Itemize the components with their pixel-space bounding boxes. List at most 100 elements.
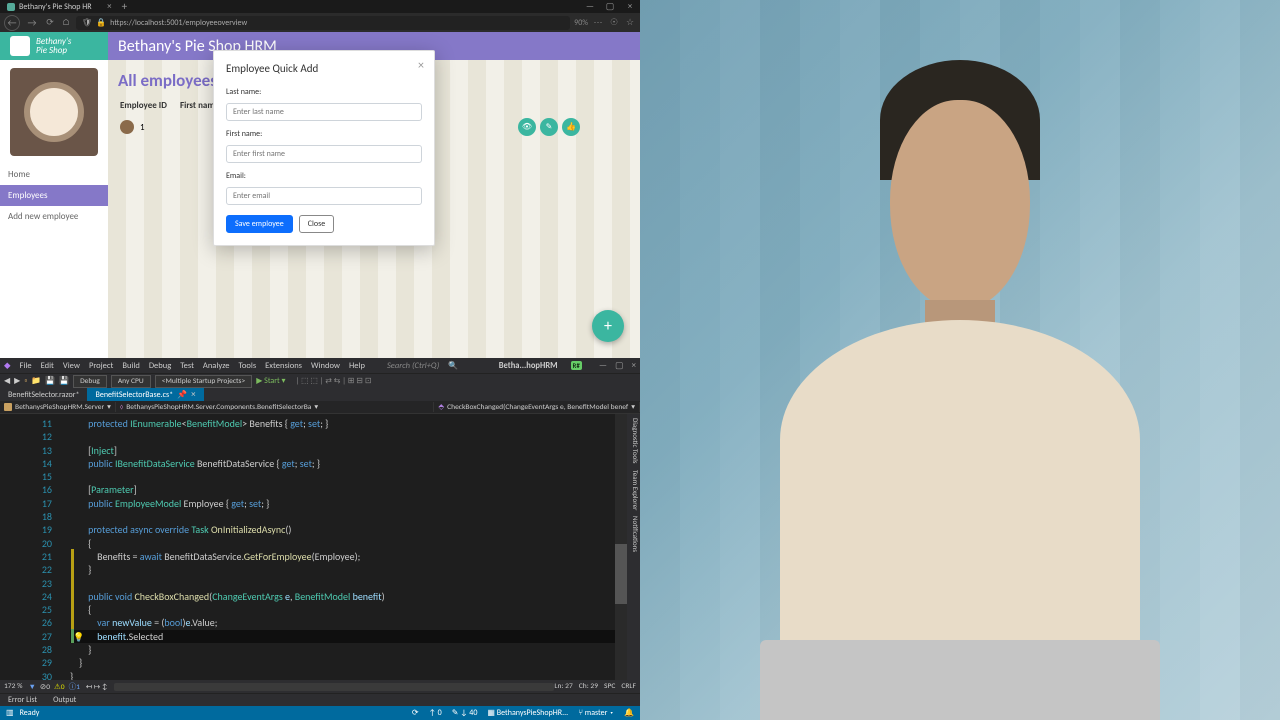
tab-favicon-icon: [7, 3, 15, 11]
menu-build[interactable]: Build: [122, 361, 139, 371]
decorative-photo: [640, 0, 1280, 720]
th-employee-id: Employee ID: [120, 100, 180, 111]
vs-logo-icon: ◆: [4, 361, 11, 371]
lightbulb-icon[interactable]: 💡: [73, 632, 83, 642]
pin-icon[interactable]: 📌: [177, 390, 187, 400]
branch-name[interactable]: ⑂ master ▾: [578, 708, 614, 718]
platform-dropdown[interactable]: Any CPU: [111, 375, 151, 388]
modal-title: Employee Quick Add: [226, 62, 422, 75]
vs-minimize-icon[interactable]: —: [599, 360, 607, 371]
tab-error-list[interactable]: Error List: [0, 694, 45, 706]
search-icon[interactable]: 🔍: [448, 361, 458, 371]
menu-view[interactable]: View: [63, 361, 80, 371]
cell-id: 1: [140, 122, 180, 133]
browser-window: Bethany's Pie Shop HR × + — ▢ × ← → ⟳ ⌂ …: [0, 0, 640, 358]
browser-titlebar: Bethany's Pie Shop HR × + — ▢ ×: [0, 0, 640, 13]
menu-analyze[interactable]: Analyze: [203, 361, 230, 371]
new-file-icon[interactable]: ▫: [24, 376, 27, 386]
tab-close-icon[interactable]: ×: [191, 389, 195, 400]
startup-dropdown[interactable]: <Multiple Startup Projects>: [155, 375, 252, 388]
new-tab-button[interactable]: +: [116, 0, 133, 13]
shield-icon: 🛡: [82, 18, 92, 28]
menu-file[interactable]: File: [20, 361, 32, 371]
tab-close-icon[interactable]: ×: [107, 1, 111, 12]
config-dropdown[interactable]: Debug: [73, 375, 107, 388]
menu-debug[interactable]: Debug: [149, 361, 171, 371]
vs-toolbar: ◀ ▶ ▫ 📁 💾 💾 Debug Any CPU <Multiple Star…: [0, 373, 640, 388]
line-number-gutter: 1112131415161718192021222324252627282930: [0, 414, 70, 680]
nav-item-home[interactable]: Home: [0, 164, 108, 185]
last-name-input[interactable]: [226, 103, 422, 121]
sync-icon[interactable]: ⟳: [412, 708, 419, 718]
home-icon[interactable]: ⌂: [60, 17, 72, 29]
vs-maximize-icon[interactable]: ▢: [615, 360, 624, 371]
app-logo-icon: [10, 36, 30, 56]
back-icon[interactable]: ←: [4, 15, 20, 31]
more-icon[interactable]: ⋯: [592, 17, 604, 29]
nav-item-add-new-employee[interactable]: Add new employee: [0, 206, 108, 227]
vertical-scrollbar[interactable]: [615, 414, 627, 680]
tab-output[interactable]: Output: [45, 694, 84, 706]
save-icon[interactable]: 💾: [45, 376, 55, 386]
editor-tab[interactable]: BenefitSelectorBase.cs* 📌 ×: [87, 388, 203, 401]
save-all-icon[interactable]: 💾: [59, 376, 69, 386]
vs-editor-statusbar: 172 % ▼ ⊘0 ⚠0 ⓘ1 ↤ ↦ ↕ Ln: 27 Ch: 29 SPC…: [0, 680, 640, 693]
menu-help[interactable]: Help: [349, 361, 365, 371]
modal-close-icon[interactable]: ×: [418, 59, 424, 73]
browser-toolbar: ← → ⟳ ⌂ 🛡 🔒 https://localhost:5001/emplo…: [0, 13, 640, 32]
menu-extensions[interactable]: Extensions: [265, 361, 302, 371]
horizontal-scrollbar[interactable]: [114, 683, 555, 691]
menu-project[interactable]: Project: [89, 361, 113, 371]
email-input[interactable]: [226, 187, 422, 205]
indent-mode: SPC: [604, 682, 615, 691]
close-button[interactable]: Close: [299, 215, 334, 233]
editor-tab[interactable]: BenefitSelector.razor*: [0, 388, 87, 401]
reader-icon[interactable]: ☉: [608, 17, 620, 29]
repo-name[interactable]: ▦ BethanysPieShopHR...: [487, 708, 568, 718]
thumbs-up-icon[interactable]: 👍: [562, 118, 580, 136]
menu-window[interactable]: Window: [311, 361, 340, 371]
code-area[interactable]: protected IEnumerable<BenefitModel> Bene…: [70, 414, 640, 680]
save-employee-button[interactable]: Save employee: [226, 215, 293, 233]
vs-close-icon[interactable]: ×: [632, 360, 636, 371]
nav-fwd-icon[interactable]: ▶: [14, 376, 20, 386]
reload-icon[interactable]: ⟳: [44, 17, 56, 29]
browser-tab[interactable]: Bethany's Pie Shop HR ×: [0, 1, 116, 13]
last-name-label: Last name:: [226, 87, 422, 97]
window-close-icon[interactable]: ×: [620, 1, 640, 12]
user-avatar: [10, 68, 98, 156]
menu-test[interactable]: Test: [180, 361, 194, 371]
resharper-badge: R#: [571, 361, 582, 370]
crumb-project[interactable]: BethanysPieShopHRM.Server ▾: [0, 402, 116, 412]
crumb-namespace[interactable]: ⬨BethanysPieShopHRM.Server.Components.Be…: [116, 402, 435, 412]
first-name-label: First name:: [226, 129, 422, 139]
view-icon[interactable]: 👁: [518, 118, 536, 136]
edit-icon[interactable]: ✎: [540, 118, 558, 136]
url-text: https://localhost:5001/employeeoverview: [110, 18, 247, 28]
menu-edit[interactable]: Edit: [41, 361, 54, 371]
add-fab-button[interactable]: +: [592, 310, 624, 342]
crumb-method[interactable]: ⬘CheckBoxChanged(ChangeEventArgs e, Bene…: [434, 402, 640, 412]
menu-tools[interactable]: Tools: [239, 361, 257, 371]
outgoing-commits[interactable]: ↑ 0: [429, 708, 442, 718]
pending-changes[interactable]: ✎ ↓ 40: [452, 708, 478, 718]
vs-code-editor[interactable]: ToolboxServer ExplorerTest Explorer 1112…: [0, 414, 640, 680]
star-icon[interactable]: ☆: [624, 17, 636, 29]
window-minimize-icon[interactable]: —: [580, 1, 600, 12]
zoom-level[interactable]: 172 %: [4, 682, 22, 691]
url-input[interactable]: 🛡 🔒 https://localhost:5001/employeeoverv…: [76, 16, 570, 30]
first-name-input[interactable]: [226, 145, 422, 163]
window-maximize-icon[interactable]: ▢: [600, 1, 620, 12]
open-icon[interactable]: 📁: [31, 376, 41, 386]
nav-item-employees[interactable]: Employees: [0, 185, 108, 206]
vs-right-toolwindows[interactable]: Diagnostic ToolsTeam ExplorerNotificatio…: [627, 414, 640, 680]
nav-back-icon[interactable]: ◀: [4, 376, 10, 386]
vs-editor-tabs: BenefitSelector.razor*BenefitSelectorBas…: [0, 388, 640, 401]
vs-search-input[interactable]: Search (Ctrl+Q): [387, 361, 439, 371]
notifications-icon[interactable]: 🔔: [624, 708, 634, 718]
forward-icon: →: [24, 15, 40, 31]
email-label: Email:: [226, 171, 422, 181]
tab-title: Bethany's Pie Shop HR: [19, 2, 92, 12]
start-button[interactable]: ▶ Start ▾: [256, 376, 285, 386]
status-ready: Ready: [20, 708, 40, 718]
